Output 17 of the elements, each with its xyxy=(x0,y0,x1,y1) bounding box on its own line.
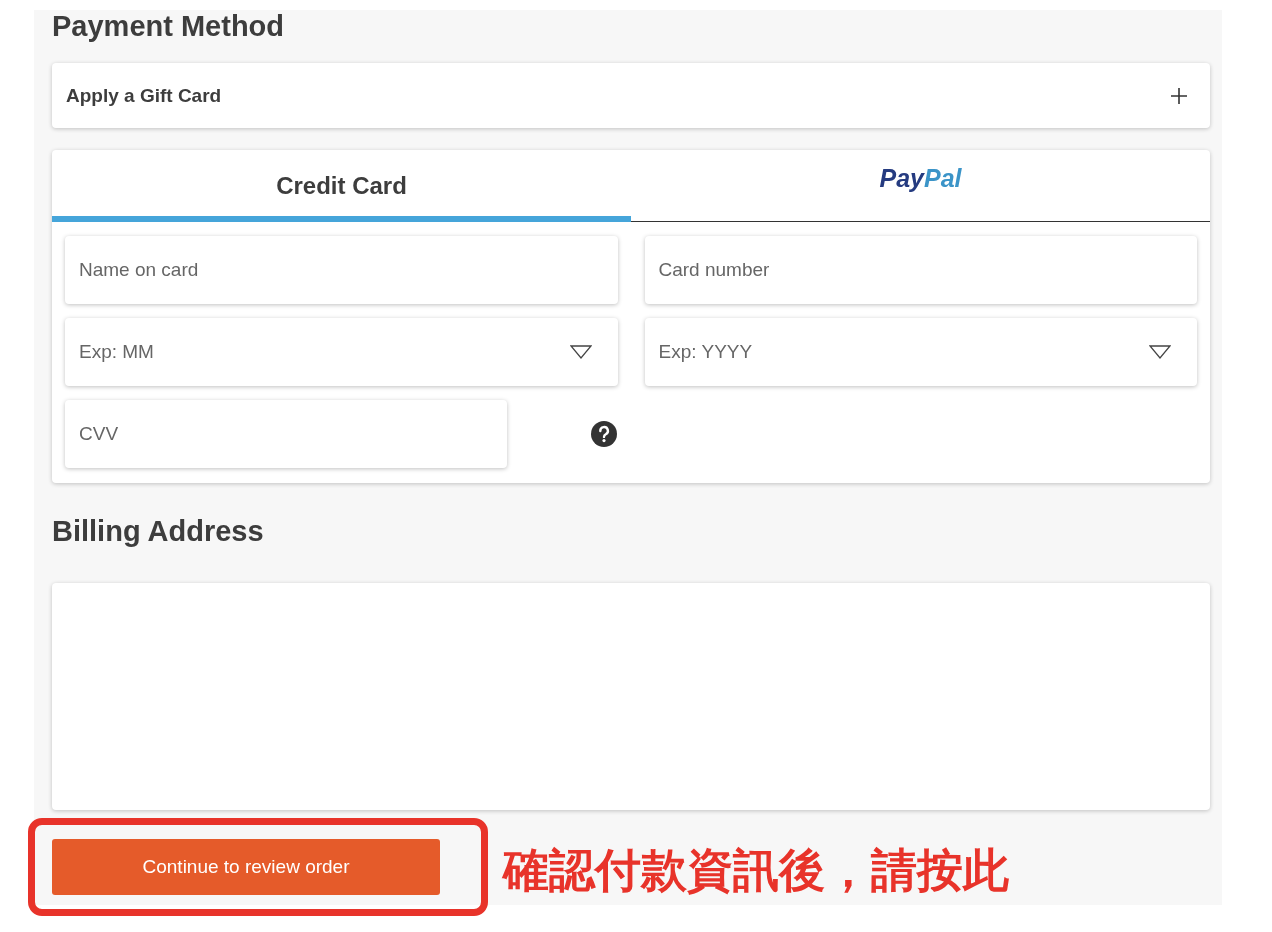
annotation-text: 確認付款資訊後，請按此 xyxy=(503,842,1009,899)
input-field[interactable]: CVV xyxy=(65,400,507,468)
plus-icon[interactable] xyxy=(1170,86,1188,105)
payment-tab[interactable]: PayPal xyxy=(631,150,1210,222)
dropdown-triangle-icon xyxy=(1149,345,1171,359)
gift-card-row[interactable]: Apply a Gift Card xyxy=(52,63,1210,128)
payment-tab[interactable]: Credit Card xyxy=(52,150,631,222)
select-field[interactable]: Exp: MM xyxy=(65,318,618,386)
input-field[interactable]: Name on card xyxy=(65,236,618,304)
gift-card-label: Apply a Gift Card xyxy=(66,84,222,107)
help-icon[interactable] xyxy=(591,421,617,447)
select-field[interactable]: Exp: YYYY xyxy=(644,318,1197,386)
input-field[interactable]: Card number xyxy=(644,236,1197,304)
section-title: Payment Method xyxy=(52,10,286,42)
continue-button[interactable]: Continue to review order xyxy=(52,839,440,895)
section-title: Billing Address xyxy=(52,515,265,547)
dropdown-triangle-icon xyxy=(569,345,592,359)
